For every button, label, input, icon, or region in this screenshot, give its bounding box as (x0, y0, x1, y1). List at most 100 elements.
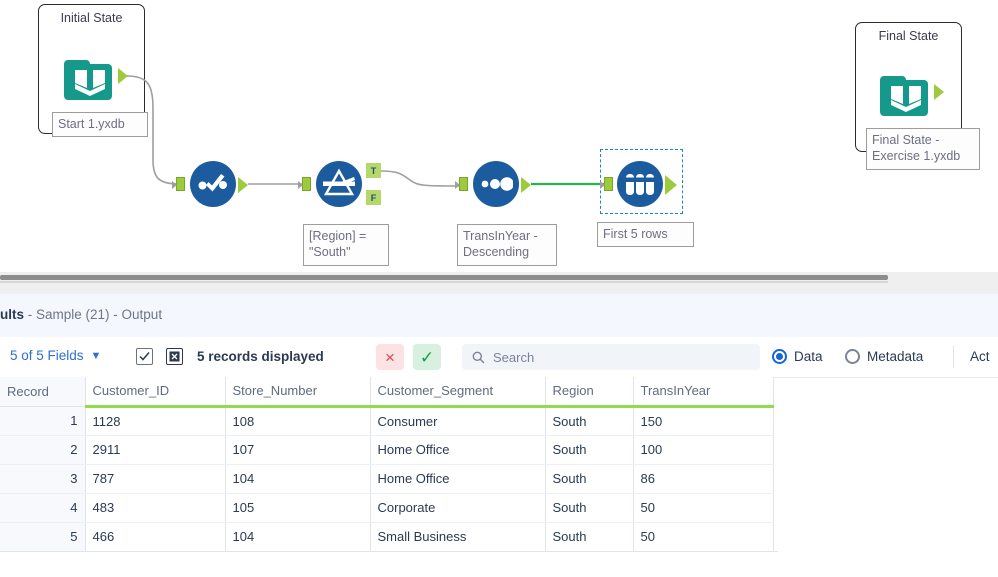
cancel-fields-button[interactable]: × (376, 344, 404, 370)
input-data-tool-icon[interactable] (64, 54, 116, 109)
container-final-state-title: Final State (878, 29, 939, 43)
sort-tool-glyph (481, 177, 513, 191)
col-header-region[interactable]: Region (545, 377, 634, 408)
table-row[interactable]: 2 2911 107 Home Office South 100 (0, 435, 774, 465)
sample-tool-label[interactable]: First 5 rows (597, 222, 694, 247)
splitter-track (0, 281, 888, 283)
output-data-input-anchor[interactable] (934, 84, 944, 100)
search-input[interactable]: Search (462, 344, 760, 370)
filter-true-anchor[interactable]: T (366, 163, 381, 178)
cell-transinyear: 50 (633, 493, 774, 523)
cell-customer-id: 2911 (85, 435, 226, 465)
results-panel: ults - Sample (21) - Output 5 of 5 Field… (0, 294, 998, 577)
col-header-store-number[interactable]: Store_Number (225, 377, 371, 408)
deselect-all-fields-button[interactable] (166, 348, 183, 365)
filter-tool-label[interactable]: [Region] = "South" (303, 224, 389, 266)
cell-record: 1 (0, 406, 86, 436)
fields-selector-button[interactable]: 5 of 5 Fields ▼ (10, 348, 101, 363)
cell-customer-segment: Consumer (370, 406, 546, 436)
table-row[interactable]: 4 483 105 Corporate South 50 (0, 493, 774, 523)
connection-input-to-select (126, 75, 180, 185)
radio-metadata-label: Metadata (867, 349, 924, 364)
search-placeholder: Search (493, 349, 535, 365)
cell-store-number: 107 (225, 435, 371, 465)
book-icon (64, 60, 112, 100)
checkbox-checked-icon (139, 352, 150, 361)
select-tool-icon[interactable] (190, 161, 236, 207)
filter-false-anchor[interactable]: F (366, 190, 381, 205)
radio-data-label: Data (794, 349, 823, 364)
sample-tool-output-anchor[interactable] (665, 175, 677, 195)
connection-sort-to-sample (531, 182, 607, 186)
cell-customer-id: 466 (85, 522, 226, 552)
search-icon (472, 351, 485, 363)
data-table: Record Customer_ID Store_Number Customer… (0, 377, 774, 552)
col-header-transinyear[interactable]: TransInYear (633, 377, 774, 408)
select-all-fields-button[interactable] (136, 348, 153, 365)
checkbox-x-icon (169, 351, 180, 362)
cell-store-number: 105 (225, 493, 371, 523)
cell-customer-segment: Home Office (370, 464, 546, 494)
table-header-row: Record Customer_ID Store_Number Customer… (0, 377, 774, 408)
sort-tool-label[interactable]: TransInYear - Descending (457, 224, 557, 266)
view-radio-metadata[interactable]: Metadata (845, 349, 923, 364)
col-header-customer-id[interactable]: Customer_ID (85, 377, 226, 408)
table-row[interactable]: 5 466 104 Small Business South 50 (0, 522, 774, 552)
cell-store-number: 108 (225, 406, 371, 436)
cell-record: 4 (0, 493, 86, 523)
table-row[interactable]: 3 787 104 Home Office South 86 (0, 464, 774, 494)
sort-tool-input-anchor[interactable] (455, 177, 468, 191)
sample-tool-glyph (626, 174, 654, 195)
sample-tool-input-anchor[interactable] (600, 177, 613, 191)
cell-store-number: 104 (225, 464, 371, 494)
cell-record: 3 (0, 464, 86, 494)
alteryx-designer-window: Initial State Start 1.yxdb T F [Region] … (0, 0, 998, 577)
cell-customer-id: 483 (85, 493, 226, 523)
filter-tool-glyph (323, 168, 355, 196)
fields-selector-label: 5 of 5 Fields (10, 348, 84, 363)
cell-transinyear: 100 (633, 435, 774, 465)
table-row[interactable]: 1 1128 108 Consumer South 150 (0, 406, 774, 436)
cell-region: South (545, 435, 634, 465)
cell-transinyear: 150 (633, 406, 774, 436)
cell-customer-id: 787 (85, 464, 226, 494)
chevron-down-icon: ▼ (90, 349, 102, 362)
book-icon-2 (880, 76, 928, 116)
results-title: ults - Sample (21) - Output (0, 307, 162, 322)
splitter-handle[interactable] (0, 275, 888, 280)
cell-region: South (545, 464, 634, 494)
output-data-tool-label[interactable]: Final State - Exercise 1.yxdb (866, 128, 980, 170)
apply-fields-button[interactable]: ✓ (413, 344, 441, 370)
view-radio-data[interactable]: Data (772, 349, 823, 364)
sample-tool-icon[interactable] (617, 161, 663, 207)
results-data-grid[interactable]: Record Customer_ID Store_Number Customer… (0, 377, 998, 577)
col-header-customer-segment[interactable]: Customer_Segment (370, 377, 546, 408)
sort-tool-icon[interactable] (473, 161, 519, 207)
filter-tool-input-anchor[interactable] (298, 177, 311, 191)
results-toolbar: 5 of 5 Fields ▼ 5 records displayed × ✓ (0, 337, 998, 378)
results-header: ults - Sample (21) - Output (0, 294, 998, 338)
records-displayed-label: 5 records displayed (197, 349, 324, 364)
radio-metadata-icon (845, 349, 860, 364)
cell-transinyear: 50 (633, 522, 774, 552)
select-tool-output-anchor[interactable] (238, 177, 248, 193)
cell-transinyear: 86 (633, 464, 774, 494)
cell-region: South (545, 522, 634, 552)
output-data-tool-icon[interactable] (880, 70, 932, 125)
cell-customer-segment: Corporate (370, 493, 546, 523)
actions-button[interactable]: Act (970, 349, 990, 364)
panel-splitter[interactable] (0, 272, 998, 294)
sort-tool-output-anchor[interactable] (521, 177, 531, 193)
cell-record: 5 (0, 522, 86, 552)
filter-tool-icon[interactable] (316, 161, 362, 207)
cell-region: South (545, 406, 634, 436)
cell-region: South (545, 493, 634, 523)
results-title-bold: ults (0, 307, 25, 322)
cell-customer-segment: Small Business (370, 522, 546, 552)
results-title-rest: - Sample (21) - Output (24, 307, 163, 322)
select-tool-input-anchor[interactable] (172, 177, 185, 191)
container-initial-state-title: Initial State (60, 11, 123, 25)
radio-data-icon (772, 349, 787, 364)
workflow-canvas[interactable]: Initial State Start 1.yxdb T F [Region] … (0, 0, 998, 272)
col-header-record[interactable]: Record (0, 377, 86, 407)
